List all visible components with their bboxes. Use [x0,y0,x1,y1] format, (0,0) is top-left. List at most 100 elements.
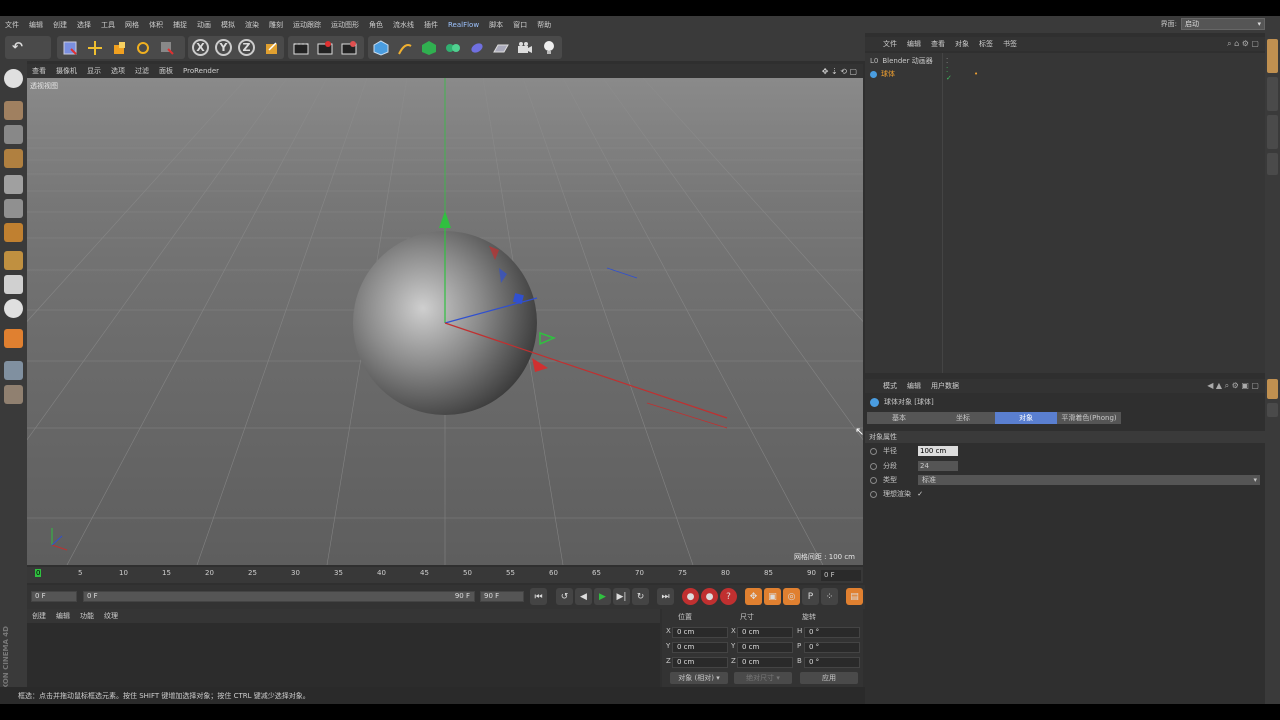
position-y-field[interactable]: 0 cm [672,642,728,653]
recent-tool-icon[interactable] [156,37,177,58]
scale-key-icon[interactable]: ▣ [764,588,781,605]
viewport-menu-panel[interactable]: 面板 [154,66,178,76]
position-key-icon[interactable]: ✥ [745,588,762,605]
object-menu-edit[interactable]: 编辑 [902,39,926,49]
render-settings-icon[interactable] [338,37,359,58]
menu-pipeline[interactable]: 流水线 [388,20,419,30]
move-tool-icon[interactable] [84,37,105,58]
menu-simulate[interactable]: 模拟 [216,20,240,30]
workplane-mode-icon[interactable] [4,149,23,168]
start-frame-field[interactable]: 0 F [31,591,77,602]
previous-key-icon[interactable]: ↺ [556,588,573,605]
attribute-menu-userdata[interactable]: 用户数据 [926,381,964,391]
objects-side-tab[interactable] [1267,39,1278,73]
menu-create[interactable]: 创建 [48,20,72,30]
viewport-menu-prorender[interactable]: ProRender [178,67,224,75]
rotation-key-icon[interactable]: ◎ [783,588,800,605]
size-y-field[interactable]: 0 cm [737,642,793,653]
render-picture-viewer-icon[interactable] [314,37,335,58]
animate-dot-icon[interactable] [870,490,877,498]
menu-mograph[interactable]: 运动图形 [326,20,364,30]
menu-render[interactable]: 渲染 [240,20,264,30]
axis-y-button[interactable]: Y [213,37,234,58]
menu-edit[interactable]: 编辑 [24,20,48,30]
menu-volume[interactable]: 体积 [144,20,168,30]
menu-snap[interactable]: 捕捉 [168,20,192,30]
axis-mode-icon[interactable] [4,251,23,270]
apply-button[interactable]: 应用 [800,672,858,684]
go-to-end-icon[interactable]: ⏭ [657,588,674,605]
render-perfect-checkbox[interactable]: ✓ [917,490,923,498]
pen-spline-icon[interactable] [394,37,415,58]
radius-input[interactable]: 100 cm [918,446,958,456]
size-mode-select[interactable]: 绝对尺寸 ▾ [734,672,792,684]
timeline-ruler[interactable]: 0 5 10 15 20 25 30 35 40 45 50 55 60 65 … [27,567,863,583]
rotate-tool-icon[interactable] [132,37,153,58]
axis-z-button[interactable]: Z [236,37,257,58]
workplane-lock-icon[interactable] [4,361,23,380]
menu-sculpt[interactable]: 雕刻 [264,20,288,30]
animate-dot-icon[interactable] [870,462,877,470]
tab-object[interactable]: 对象 [995,412,1057,424]
next-frame-icon[interactable]: ▶| [613,588,630,605]
previous-frame-icon[interactable]: ◀ [575,588,592,605]
attribute-nav-icons[interactable]: ◀ ▲ ⌕ ⚙ ▣ ▢ [1207,381,1259,391]
object-menu-objects[interactable]: 对象 [950,39,974,49]
select-tool-icon[interactable] [59,37,80,58]
phong-tag-icon[interactable]: • [974,70,978,78]
structure-side-tab[interactable] [1267,115,1278,149]
position-x-field[interactable]: 0 cm [672,627,728,638]
object-menu-file[interactable]: 文件 [865,39,902,49]
make-editable-icon[interactable] [4,69,23,88]
menu-mesh[interactable]: 网格 [120,20,144,30]
viewport-menu-display[interactable]: 显示 [82,66,106,76]
record-active-icon[interactable]: ● [682,588,699,605]
light-icon[interactable] [538,37,559,58]
gizmo-y-arrow[interactable] [439,211,451,228]
position-z-field[interactable]: 0 cm [672,657,728,668]
viewport-menu-view[interactable]: 查看 [27,66,51,76]
rotation-p-field[interactable]: 0 ° [804,642,860,653]
points-mode-icon[interactable] [4,175,23,194]
coordinate-system-icon[interactable] [261,37,282,58]
viewport-menu-cameras[interactable]: 摄像机 [51,66,82,76]
timeline-window-icon[interactable]: ▤ [846,588,863,605]
parameter-key-icon[interactable]: P [802,588,819,605]
tab-basic[interactable]: 基本 [867,412,931,424]
animate-dot-icon[interactable] [870,476,877,484]
enabled-check-icon[interactable]: ⁚ ✓ [946,66,952,82]
texture-mode-icon[interactable] [4,125,23,144]
animate-dot-icon[interactable] [870,447,877,455]
menu-file[interactable]: 文件 [0,20,24,30]
material-menu-create[interactable]: 创建 [27,611,51,621]
menu-realflow[interactable]: RealFlow [443,21,484,29]
menu-motion-tracking[interactable]: 运动跟踪 [288,20,326,30]
gizmo-rotate-handle[interactable] [539,331,557,346]
type-select[interactable]: 标准 ▾ [918,475,1260,485]
viewport-menu-filter[interactable]: 过滤 [130,66,154,76]
subdivision-icon[interactable] [418,37,439,58]
tweak-mode-icon[interactable] [4,275,23,294]
menu-script[interactable]: 脚本 [484,20,508,30]
solo-icon[interactable] [4,385,23,404]
perspective-viewport[interactable]: 透视视图 网格间距 : 100 cm [27,78,863,565]
undo-icon[interactable]: ↶ [7,37,28,58]
keyframe-selection-icon[interactable]: ? [720,588,737,605]
layers-side-tab[interactable] [1267,153,1278,175]
gizmo-x-arrow[interactable] [532,358,548,372]
end-frame-field[interactable]: 90 F [480,591,524,602]
scale-tool-icon[interactable] [108,37,129,58]
point-level-icon[interactable]: ⁘ [821,588,838,605]
rotation-b-field[interactable]: 0 ° [804,657,860,668]
menu-character[interactable]: 角色 [364,20,388,30]
autokey-icon[interactable]: ● [701,588,718,605]
tab-phong[interactable]: 平滑着色(Phong) [1057,412,1121,424]
material-menu-texture[interactable]: 纹理 [99,611,123,621]
menu-select[interactable]: 选择 [72,20,96,30]
size-x-field[interactable]: 0 cm [737,627,793,638]
floor-icon[interactable] [490,37,511,58]
rotation-h-field[interactable]: 0 ° [804,627,860,638]
object-row[interactable]: L0 Blender 动画器 ⁚ [870,55,948,67]
render-view-icon[interactable] [290,37,311,58]
object-row-selected[interactable]: 球体 ⁚ ✓ • [870,66,978,82]
